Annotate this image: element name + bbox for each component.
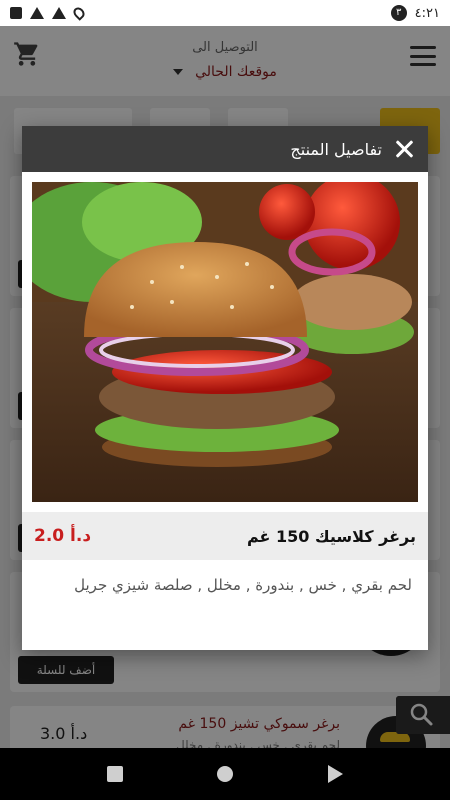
product-info-row: 2.0 د.أ برغر كلاسيك 150 غم	[22, 512, 428, 560]
close-icon[interactable]	[394, 139, 414, 159]
wifi-icon	[52, 7, 66, 19]
location-icon	[71, 5, 87, 21]
notification-badge: ٣	[390, 5, 407, 21]
nav-recents-icon[interactable]	[107, 766, 124, 782]
dialog-header: تفاصيل المنتج	[22, 126, 428, 172]
status-left-icons	[10, 5, 87, 21]
nav-back-icon[interactable]	[327, 765, 343, 783]
dialog-title: تفاصيل المنتج	[290, 139, 382, 159]
status-right-icons: ٣ ٤:٢١	[390, 5, 440, 21]
product-details-dialog: تفاصيل المنتج 2.0 د.أ برغر كلاسيك 150 غم…	[22, 126, 428, 650]
nav-home-icon[interactable]	[217, 766, 234, 782]
status-time: ٤:٢١	[414, 5, 440, 21]
status-bar: ٣ ٤:٢١	[0, 0, 450, 26]
notification-square-icon	[10, 7, 22, 19]
product-price: 2.0 د.أ	[34, 526, 92, 546]
signal-icon	[30, 7, 44, 19]
system-nav-bar	[0, 748, 450, 800]
product-description: لحم بقري , خس , بندورة , مخلل , صلصة شيز…	[74, 576, 412, 594]
product-name: برغر كلاسيك 150 غم	[246, 526, 416, 546]
product-image	[32, 182, 418, 502]
